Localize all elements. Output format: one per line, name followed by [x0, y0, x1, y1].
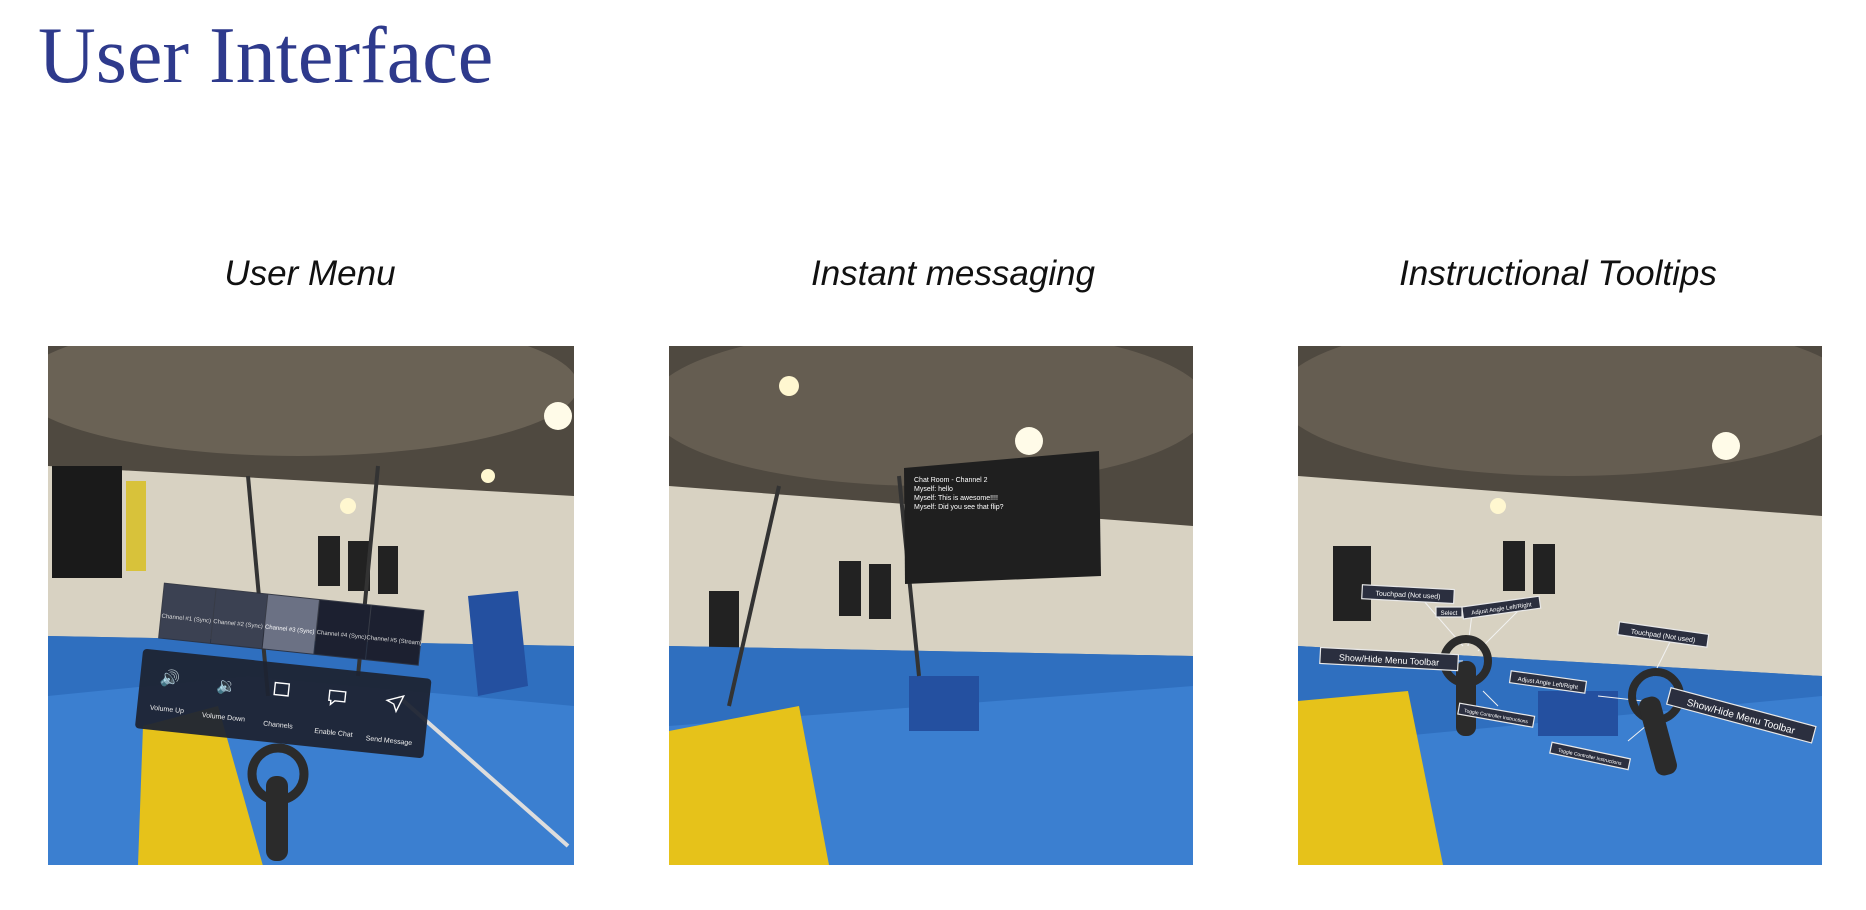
banner	[1533, 544, 1555, 594]
caption-user-menu: User Menu	[224, 254, 396, 293]
page-title: User Interface	[38, 12, 494, 100]
tooltip-label: Select	[1441, 611, 1458, 617]
channel-tile[interactable]: Channel #5 (Stream)	[364, 605, 425, 665]
banner	[1333, 546, 1371, 621]
channel-tile[interactable]: Channel #1 (Sync)	[159, 583, 216, 643]
chat-line: Myself: Did you see that flip?	[914, 504, 1004, 511]
gym-scene-1: Channel #1 (Sync) Channel #2 (Sync) Chan…	[48, 346, 574, 865]
banner	[378, 546, 398, 594]
banner	[318, 536, 340, 586]
tooltip: Select	[1435, 606, 1463, 618]
instant-messaging-screenshot: Chat Room - Channel 2 Myself: hello Myse…	[669, 346, 1193, 865]
chat-header: Chat Room - Channel 2	[914, 477, 988, 484]
banner	[839, 561, 861, 616]
banner	[126, 481, 146, 571]
volume-up-icon: 🔊	[159, 668, 181, 689]
gym-scene-2: Chat Room - Channel 2 Myself: hello Myse…	[669, 346, 1193, 865]
chat-window: Chat Room - Channel 2 Myself: hello Myse…	[904, 451, 1101, 584]
channel-tile[interactable]: Channel #4 (Sync)	[314, 600, 371, 660]
caption-instructional-tooltips: Instructional Tooltips	[1399, 254, 1717, 293]
channel-tile[interactable]: Channel #3 (Sync)	[262, 594, 319, 654]
banner	[52, 466, 122, 578]
channel-tile[interactable]: Channel #2 (Sync)	[210, 589, 268, 649]
gym-scene-3: Touchpad (Not used) Adjust Angle Left/Ri…	[1298, 346, 1822, 865]
chat-line: Myself: This is awesome!!!!	[914, 495, 998, 502]
volume-down-icon: 🔉	[216, 677, 238, 696]
instructional-tooltips-screenshot: Touchpad (Not used) Adjust Angle Left/Ri…	[1298, 346, 1822, 865]
caption-instant-messaging: Instant messaging	[810, 254, 1096, 293]
banner	[869, 564, 891, 619]
chat-line: Myself: hello	[914, 486, 953, 493]
user-menu-screenshot: Channel #1 (Sync) Channel #2 (Sync) Chan…	[48, 346, 574, 865]
banner	[1503, 541, 1525, 591]
